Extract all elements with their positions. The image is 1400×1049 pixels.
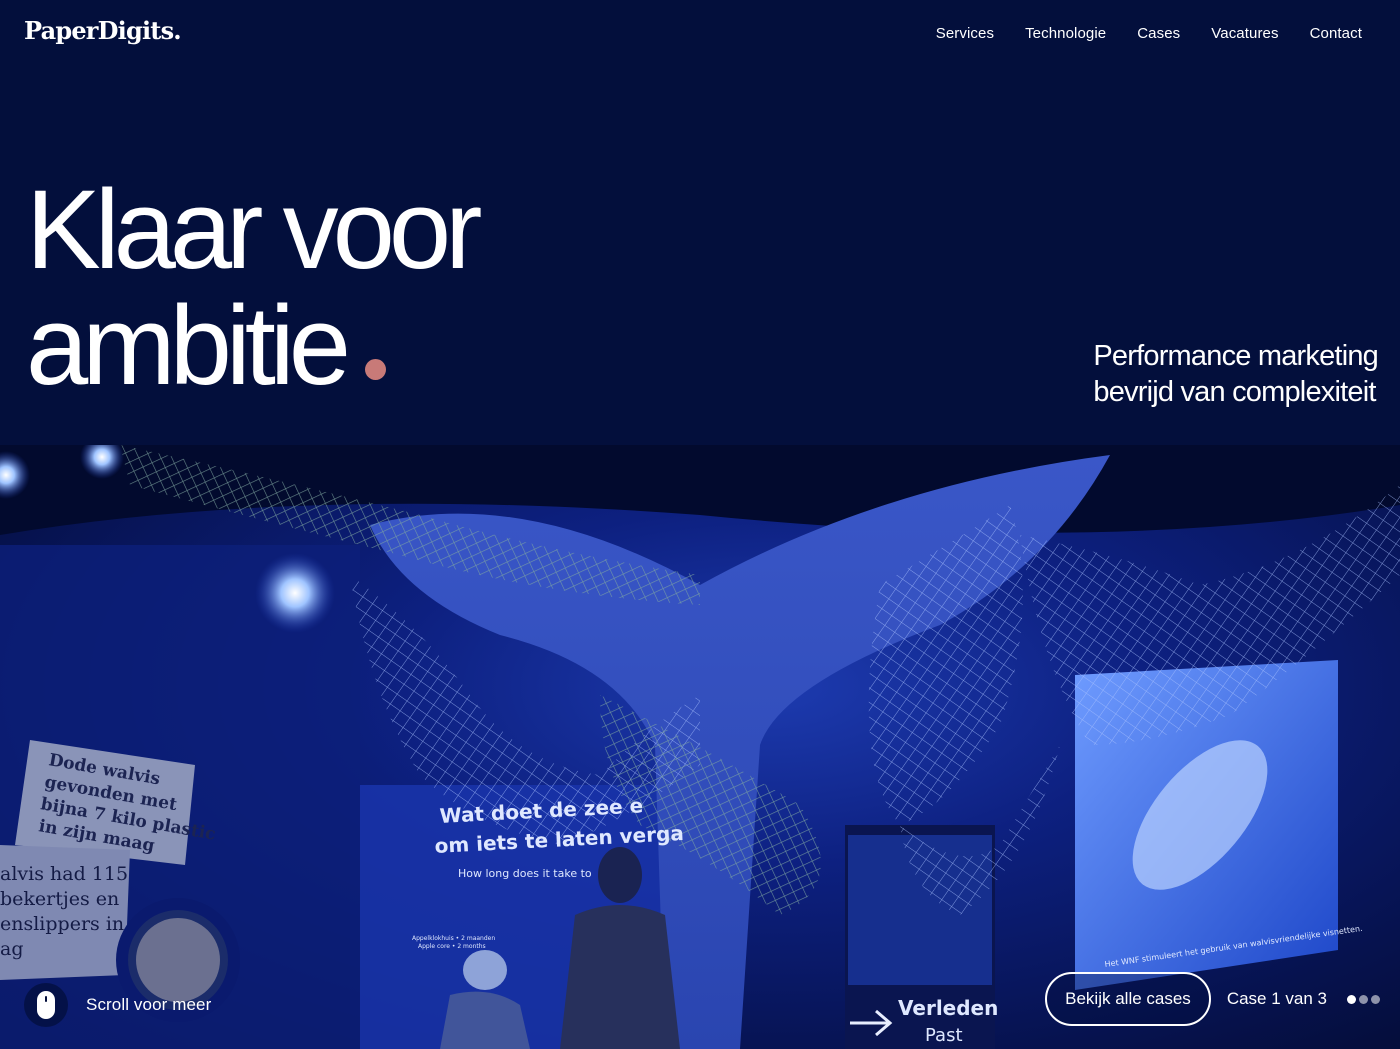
news-clip-2-line1: alvis had 115 [0, 863, 128, 885]
sign-past: Past [925, 1025, 963, 1046]
case-dot-3[interactable] [1371, 994, 1380, 1004]
hero-title-line2: ambitie [26, 283, 351, 408]
nav-technologie[interactable]: Technologie [1025, 25, 1106, 42]
case-hero-image: Dode walvis gevonden met bijna 7 kilo pl… [0, 445, 1400, 1049]
case-pagination [1347, 994, 1380, 1004]
hero-title: Klaar voor ambitie [26, 172, 482, 404]
logo[interactable]: PaperDigits. [24, 16, 182, 45]
nav-vacatures[interactable]: Vacatures [1211, 25, 1278, 42]
banner-small1: Appelklokhuis • 2 maanden [412, 935, 495, 942]
news-clip-2-line3: enslippers in [0, 913, 124, 935]
case-counter: Case 1 van 3 [1226, 989, 1327, 1008]
sign-verleden: Verleden [898, 996, 998, 1020]
case-dot-2[interactable] [1359, 994, 1368, 1004]
case-slider-controls: Bekijk alle cases Case 1 van 3 [1045, 972, 1380, 1026]
scroll-hint[interactable]: Scroll voor meer [24, 983, 211, 1027]
main-nav: Services Technologie Cases Vacatures Con… [936, 25, 1362, 42]
accent-dot [365, 359, 387, 380]
hero-title-line1: Klaar voor [26, 167, 482, 292]
case-dot-1[interactable] [1347, 994, 1356, 1004]
news-clip-2-line4: ag [0, 938, 24, 960]
nav-cases[interactable]: Cases [1137, 25, 1180, 42]
scroll-hint-label: Scroll voor meer [86, 995, 212, 1014]
mouse-icon [24, 983, 68, 1027]
nav-services[interactable]: Services [936, 25, 994, 42]
banner-line3: How long does it take to [458, 867, 592, 880]
whale-exhibit-illustration: Dode walvis gevonden met bijna 7 kilo pl… [0, 445, 1400, 1049]
tagline-line1: Performance marketing [1093, 340, 1378, 372]
nav-contact[interactable]: Contact [1310, 25, 1362, 42]
banner-small2: Apple core • 2 months [418, 943, 486, 950]
tagline-line2: bevrijd van complexiteit [1093, 376, 1376, 408]
view-all-cases-button[interactable]: Bekijk alle cases [1045, 972, 1211, 1026]
news-clip-2-line2: bekertjes en [0, 888, 119, 910]
hero-tagline: Performance marketing bevrijd van comple… [1093, 338, 1378, 410]
